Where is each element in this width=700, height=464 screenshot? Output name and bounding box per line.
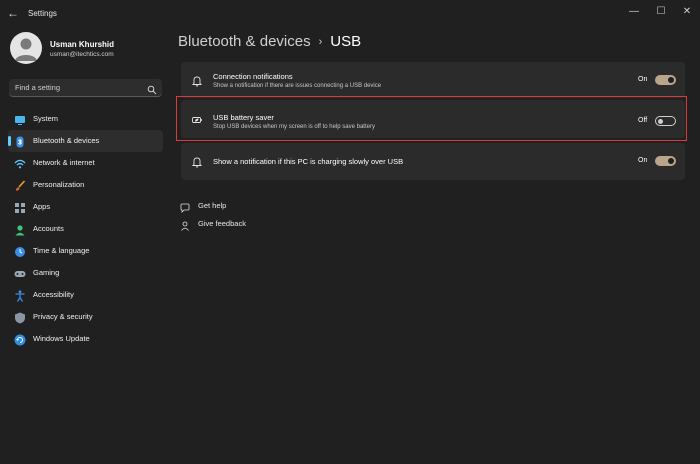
breadcrumb-separator: ›: [318, 36, 323, 48]
toggle-state-label: On: [638, 76, 648, 83]
brush-icon: [14, 179, 26, 191]
sidebar-item-label: Time & language: [33, 246, 90, 255]
setting-title: Show a notification if this PC is chargi…: [213, 157, 404, 166]
feedback-icon: [180, 218, 190, 231]
sidebar-item-label: Privacy & security: [33, 312, 93, 321]
search-input[interactable]: Find a setting: [9, 79, 162, 97]
sidebar-item-accounts[interactable]: Accounts: [8, 218, 163, 240]
setting-title: Connection notifications: [213, 72, 293, 81]
breadcrumb: Bluetooth & devices › USB: [178, 33, 361, 50]
sidebar-item-label: Gaming: [33, 268, 60, 277]
highlight-box: [176, 96, 687, 141]
accessibility-icon: [14, 289, 26, 302]
setting-charging-slowly-notification: Show a notification if this PC is chargi…: [181, 143, 685, 180]
sidebar-item-label: Personalization: [33, 180, 85, 189]
bell-icon: [191, 74, 203, 87]
toggle-knob: [668, 77, 674, 83]
sidebar-item-label: Network & internet: [33, 158, 95, 167]
globe-clock-icon: [14, 245, 26, 257]
sidebar-item-label: System: [33, 114, 59, 123]
sidebar-item-time-language[interactable]: Time & language: [8, 240, 163, 262]
sidebar-item-system[interactable]: System: [8, 108, 163, 130]
user-email: usman@itechtics.com: [50, 51, 114, 58]
minimize-icon[interactable]: —: [625, 4, 643, 20]
setting-connection-notifications: Connection notifications Show a notifica…: [181, 62, 685, 98]
title-bar: ← Settings — ☐ ✕: [0, 0, 700, 28]
give-feedback-label: Give feedback: [198, 219, 246, 228]
back-arrow-icon[interactable]: ←: [6, 6, 20, 20]
setting-subtitle: Show a notification if there are issues …: [213, 83, 382, 89]
shield-icon: [14, 311, 26, 324]
sidebar-item-label: Apps: [33, 202, 51, 211]
sidebar-item-bluetooth-devices[interactable]: Bluetooth & devices: [8, 130, 163, 152]
app-title: Settings: [28, 9, 57, 18]
apps-icon: [14, 201, 26, 213]
user-profile[interactable]: Usman Khurshid usman@itechtics.com: [10, 32, 170, 66]
bluetooth-icon: [14, 135, 26, 148]
search-icon[interactable]: [147, 82, 157, 95]
wifi-icon: [14, 157, 26, 169]
sidebar-item-personalization[interactable]: Personalization: [8, 174, 163, 196]
update-icon: [14, 333, 26, 346]
sidebar-item-label: Bluetooth & devices: [33, 136, 100, 145]
avatar: [10, 32, 42, 64]
help-icon: [180, 200, 190, 213]
sidebar-nav: System Bluetooth & devices Network & int…: [8, 108, 163, 350]
connection-notifications-toggle[interactable]: [655, 75, 676, 85]
search-placeholder: Find a setting: [15, 83, 61, 92]
sidebar-item-windows-update[interactable]: Windows Update: [8, 328, 163, 350]
monitor-icon: [14, 113, 26, 125]
sidebar-item-label: Accessibility: [33, 290, 74, 299]
maximize-icon[interactable]: ☐: [652, 4, 670, 20]
get-help-label: Get help: [198, 201, 227, 210]
gamepad-icon: [14, 267, 26, 279]
sidebar-item-privacy-security[interactable]: Privacy & security: [8, 306, 163, 328]
toggle-knob: [668, 158, 674, 164]
sidebar-item-label: Windows Update: [33, 334, 90, 343]
sidebar-item-network-internet[interactable]: Network & internet: [8, 152, 163, 174]
sidebar-item-label: Accounts: [33, 224, 64, 233]
charging-slowly-toggle[interactable]: [655, 156, 676, 166]
sidebar-item-accessibility[interactable]: Accessibility: [8, 284, 163, 306]
toggle-state-label: On: [638, 157, 648, 164]
sidebar-item-apps[interactable]: Apps: [8, 196, 163, 218]
breadcrumb-parent[interactable]: Bluetooth & devices: [178, 33, 311, 50]
page-title: USB: [330, 33, 362, 50]
sidebar-item-gaming[interactable]: Gaming: [8, 262, 163, 284]
close-icon[interactable]: ✕: [678, 4, 696, 20]
person-icon: [14, 223, 26, 236]
bell-icon: [191, 155, 203, 168]
user-name: Usman Khurshid: [50, 40, 115, 49]
